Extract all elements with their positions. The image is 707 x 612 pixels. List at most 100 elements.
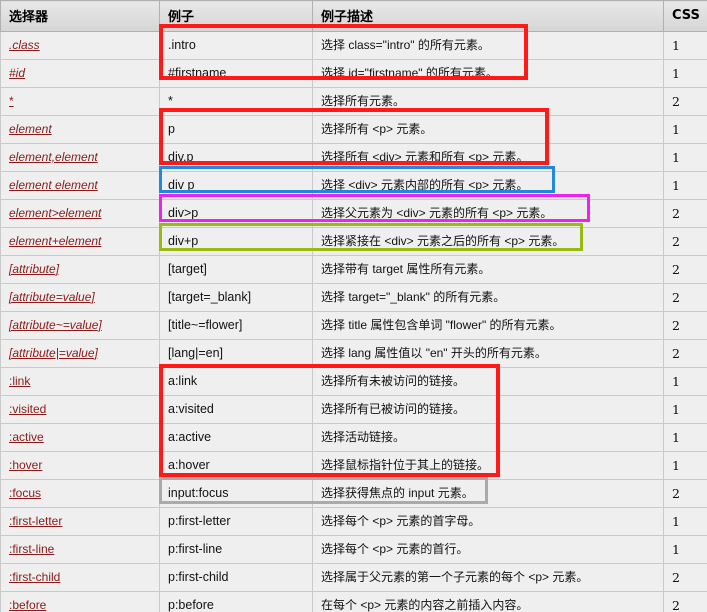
selector-link[interactable]: element,element — [9, 150, 98, 164]
selector-link[interactable]: element+element — [9, 234, 101, 248]
table-row: :first-line p:first-line 选择每个 <p> 元素的首行。 1 — [0, 535, 707, 564]
example-cell: p:before — [159, 591, 313, 612]
description-cell: 选择鼠标指针位于其上的链接。 — [312, 451, 664, 480]
description-cell: 选择紧接在 <div> 元素之后的所有 <p> 元素。 — [312, 227, 664, 256]
table-header-row: 选择器 例子 例子描述 CSS — [0, 0, 707, 32]
css-version-cell: 2 — [663, 339, 707, 368]
description-cell: 选择所有未被访问的链接。 — [312, 367, 664, 396]
description-cell: 选择所有 <div> 元素和所有 <p> 元素。 — [312, 143, 664, 172]
selector-link[interactable]: [attribute|=value] — [9, 346, 98, 360]
table-row: :before p:before 在每个 <p> 元素的内容之前插入内容。 2 — [0, 591, 707, 612]
example-cell: p:first-child — [159, 563, 313, 592]
selector-link[interactable]: :focus — [9, 486, 41, 500]
css-version-cell: 1 — [663, 31, 707, 60]
selector-cell: [attribute=value] — [0, 283, 160, 312]
description-cell: 选择带有 target 属性所有元素。 — [312, 255, 664, 284]
example-cell: div>p — [159, 199, 313, 228]
css-version-cell: 1 — [663, 423, 707, 452]
css-version-cell: 1 — [663, 535, 707, 564]
selector-link[interactable]: .class — [9, 38, 40, 52]
example-cell: input:focus — [159, 479, 313, 508]
column-header-css: CSS — [663, 0, 707, 32]
selector-link[interactable]: :first-letter — [9, 514, 62, 528]
table-row: :first-letter p:first-letter 选择每个 <p> 元素的首… — [0, 507, 707, 536]
example-cell: a:visited — [159, 395, 313, 424]
description-cell: 选择所有元素。 — [312, 87, 664, 116]
table-row: :active a:active 选择活动链接。 1 — [0, 423, 707, 452]
selector-cell: element,element — [0, 143, 160, 172]
example-cell: div+p — [159, 227, 313, 256]
description-cell: 选择 title 属性包含单词 "flower" 的所有元素。 — [312, 311, 664, 340]
table-row: element,element div,p 选择所有 <div> 元素和所有 <p>… — [0, 143, 707, 172]
description-cell: 选择获得焦点的 input 元素。 — [312, 479, 664, 508]
selector-link[interactable]: [attribute] — [9, 262, 59, 276]
css-version-cell: 2 — [663, 199, 707, 228]
example-cell: a:link — [159, 367, 313, 396]
table-row: element+element div+p 选择紧接在 <div> 元素之后的所有 … — [0, 227, 707, 256]
table-row: :focus input:focus 选择获得焦点的 input 元素。 2 — [0, 479, 707, 508]
example-cell: a:hover — [159, 451, 313, 480]
css-version-cell: 1 — [663, 367, 707, 396]
description-cell: 选择每个 <p> 元素的首行。 — [312, 535, 664, 564]
description-cell: 选择所有已被访问的链接。 — [312, 395, 664, 424]
table-row: [attribute|=value] [lang|=en] 选择 lang 属性值以… — [0, 339, 707, 368]
column-header-example: 例子 — [159, 0, 313, 32]
example-cell: p — [159, 115, 313, 144]
selector-cell: element>element — [0, 199, 160, 228]
example-cell: [target] — [159, 255, 313, 284]
table-row: :visited a:visited 选择所有已被访问的链接。 1 — [0, 395, 707, 424]
description-cell: 选择父元素为 <div> 元素的所有 <p> 元素。 — [312, 199, 664, 228]
selector-cell: [attribute~=value] — [0, 311, 160, 340]
description-cell: 选择 <div> 元素内部的所有 <p> 元素。 — [312, 171, 664, 200]
selector-cell: * — [0, 87, 160, 116]
selector-link[interactable]: element — [9, 122, 52, 136]
table-row: .class .intro 选择 class="intro" 的所有元素。 1 — [0, 31, 707, 60]
selector-link[interactable]: :first-child — [9, 570, 60, 584]
table-row: element p 选择所有 <p> 元素。 1 — [0, 115, 707, 144]
example-cell: [target=_blank] — [159, 283, 313, 312]
description-cell: 在每个 <p> 元素的内容之前插入内容。 — [312, 591, 664, 612]
selector-cell: element element — [0, 171, 160, 200]
table-row: element>element div>p 选择父元素为 <div> 元素的所有 <… — [0, 199, 707, 228]
selector-link[interactable]: :first-line — [9, 542, 54, 556]
selector-link[interactable]: :before — [9, 598, 46, 612]
selector-link[interactable]: :visited — [9, 402, 46, 416]
selector-link[interactable]: element>element — [9, 206, 101, 220]
css-version-cell: 1 — [663, 171, 707, 200]
css-version-cell: 1 — [663, 507, 707, 536]
description-cell: 选择活动链接。 — [312, 423, 664, 452]
selector-link[interactable]: element element — [9, 178, 98, 192]
selector-cell: element — [0, 115, 160, 144]
table-row: :first-child p:first-child 选择属于父元素的第一个子元素的… — [0, 563, 707, 592]
selector-link[interactable]: * — [9, 94, 14, 108]
css-version-cell: 2 — [663, 283, 707, 312]
table-row: [attribute~=value] [title~=flower] 选择 titl… — [0, 311, 707, 340]
selector-cell: :active — [0, 423, 160, 452]
selector-link[interactable]: :active — [9, 430, 44, 444]
table-row: * * 选择所有元素。 2 — [0, 87, 707, 116]
example-cell: div,p — [159, 143, 313, 172]
selector-cell: [attribute] — [0, 255, 160, 284]
selector-cell: :visited — [0, 395, 160, 424]
selector-link[interactable]: :link — [9, 374, 30, 388]
selector-link[interactable]: :hover — [9, 458, 42, 472]
selector-link[interactable]: #id — [9, 66, 25, 80]
description-cell: 选择所有 <p> 元素。 — [312, 115, 664, 144]
example-cell: [title~=flower] — [159, 311, 313, 340]
css-selector-reference-table: 选择器 例子 例子描述 CSS .class .intro 选择 class="in… — [0, 0, 707, 612]
table-row: [attribute=value] [target=_blank] 选择 targe… — [0, 283, 707, 312]
selector-cell: :hover — [0, 451, 160, 480]
selector-link[interactable]: [attribute~=value] — [9, 318, 102, 332]
selector-link[interactable]: [attribute=value] — [9, 290, 95, 304]
css-version-cell: 2 — [663, 227, 707, 256]
column-header-selector: 选择器 — [0, 0, 160, 32]
description-cell: 选择 id="firstname" 的所有元素。 — [312, 59, 664, 88]
example-cell: * — [159, 87, 313, 116]
example-cell: div p — [159, 171, 313, 200]
description-cell: 选择每个 <p> 元素的首字母。 — [312, 507, 664, 536]
selector-cell: :focus — [0, 479, 160, 508]
selector-cell: .class — [0, 31, 160, 60]
example-cell: p:first-letter — [159, 507, 313, 536]
css-version-cell: 1 — [663, 115, 707, 144]
example-cell: .intro — [159, 31, 313, 60]
